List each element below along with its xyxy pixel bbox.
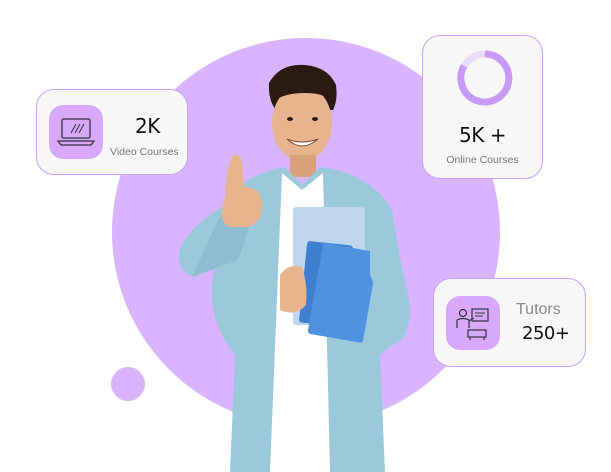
tutors-value: 250+	[522, 323, 570, 344]
video-courses-value: 2K	[135, 114, 160, 138]
hero-section: 2K Video Courses 5K + Online Courses Tut…	[0, 0, 611, 472]
progress-ring-icon	[457, 50, 513, 106]
classroom-board-icon	[446, 296, 500, 350]
online-courses-label: Online Courses	[446, 154, 519, 166]
tutors-title: Tutors	[516, 301, 561, 318]
tutors-card: Tutors 250+	[433, 278, 586, 367]
laptop-icon	[49, 105, 103, 159]
video-courses-label: Video Courses	[110, 146, 179, 158]
video-courses-card: 2K Video Courses	[36, 89, 188, 175]
online-courses-card: 5K + Online Courses	[422, 35, 543, 179]
online-courses-value: 5K +	[459, 123, 506, 147]
